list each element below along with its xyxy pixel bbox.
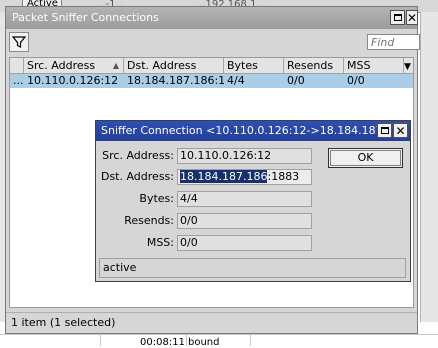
dialog-maximize-button[interactable] — [377, 123, 392, 138]
dialog-close-button[interactable]: ✕ — [393, 123, 408, 138]
find-input[interactable] — [367, 34, 420, 50]
row-marker: ... — [13, 74, 24, 87]
close-button[interactable]: ✕ — [406, 10, 418, 25]
column-menu-button[interactable]: ▼ — [404, 58, 413, 73]
background-divider — [100, 334, 101, 346]
background-right-strip — [420, 12, 438, 322]
connection-state-text: active — [103, 261, 137, 274]
maximize-button[interactable] — [390, 10, 405, 25]
mss-label: MSS: — [146, 236, 174, 249]
background-status: bound — [188, 337, 220, 348]
column-header-marker[interactable] — [10, 58, 24, 73]
dst-address-label: Dst. Address: — [100, 170, 174, 183]
column-header-bytes[interactable]: Bytes — [224, 58, 284, 73]
dst-address-selected-text: 18.184.187.186 — [180, 170, 268, 183]
dialog-title: Sniffer Connection <10.110.0.126:12->18.… — [101, 124, 377, 137]
cell-resends: 0/0 — [287, 74, 305, 87]
window-title: Packet Sniffer Connections — [12, 11, 159, 24]
background-divider — [186, 334, 187, 346]
table-header: Src. Address ▲ Dst. Address Bytes Resend… — [10, 58, 413, 74]
src-address-field[interactable]: 10.110.0.126:12 — [177, 148, 312, 164]
ok-button[interactable]: OK — [328, 148, 403, 168]
toolbar — [6, 29, 420, 57]
resends-label: Resends: — [124, 214, 174, 227]
mss-field[interactable]: 0/0 — [177, 235, 312, 251]
table-row[interactable]: ... 10.110.0.126:12 18.184.187.186:1... … — [10, 74, 413, 88]
resends-field[interactable]: 0/0 — [177, 213, 312, 229]
maximize-icon — [380, 127, 389, 134]
background-divider — [250, 334, 251, 346]
src-address-label: Src. Address: — [102, 149, 174, 162]
status-bar: 1 item (1 selected) — [6, 312, 417, 333]
window-titlebar[interactable]: Packet Sniffer Connections — [6, 7, 417, 29]
column-header-dst-address[interactable]: Dst. Address — [124, 58, 224, 73]
item-count-text: 1 item (1 selected) — [11, 316, 116, 329]
bytes-field[interactable]: 4/4 — [177, 191, 312, 207]
bytes-label: Bytes: — [139, 192, 174, 205]
maximize-icon — [393, 14, 402, 21]
dialog-status-bar: active — [99, 258, 406, 278]
cell-dst-address: 18.184.187.186:1... — [127, 74, 224, 87]
filter-button[interactable] — [9, 32, 29, 52]
close-icon: ✕ — [395, 123, 406, 138]
cell-src-address: 10.110.0.126:12 — [27, 74, 119, 87]
column-header-resends[interactable]: Resends — [284, 58, 344, 73]
dst-address-port-text: :1883 — [267, 170, 300, 183]
background-time: 00:08:11 — [140, 337, 185, 348]
close-icon: ✕ — [406, 10, 418, 25]
column-header-mss[interactable]: MSS — [344, 58, 404, 73]
dst-address-field[interactable]: 18.184.187.186:1883 — [177, 169, 312, 185]
dialog-titlebar[interactable]: Sniffer Connection <10.110.0.126:12->18.… — [96, 121, 410, 141]
column-header-src-address[interactable]: Src. Address ▲ — [24, 58, 124, 73]
sniffer-connection-dialog: Sniffer Connection <10.110.0.126:12->18.… — [95, 120, 411, 282]
sort-ascending-icon: ▲ — [112, 61, 119, 70]
cell-mss: 0/0 — [347, 74, 365, 87]
cell-bytes: 4/4 — [227, 74, 245, 87]
filter-icon — [12, 36, 26, 48]
chevron-down-icon: ▼ — [404, 62, 411, 72]
